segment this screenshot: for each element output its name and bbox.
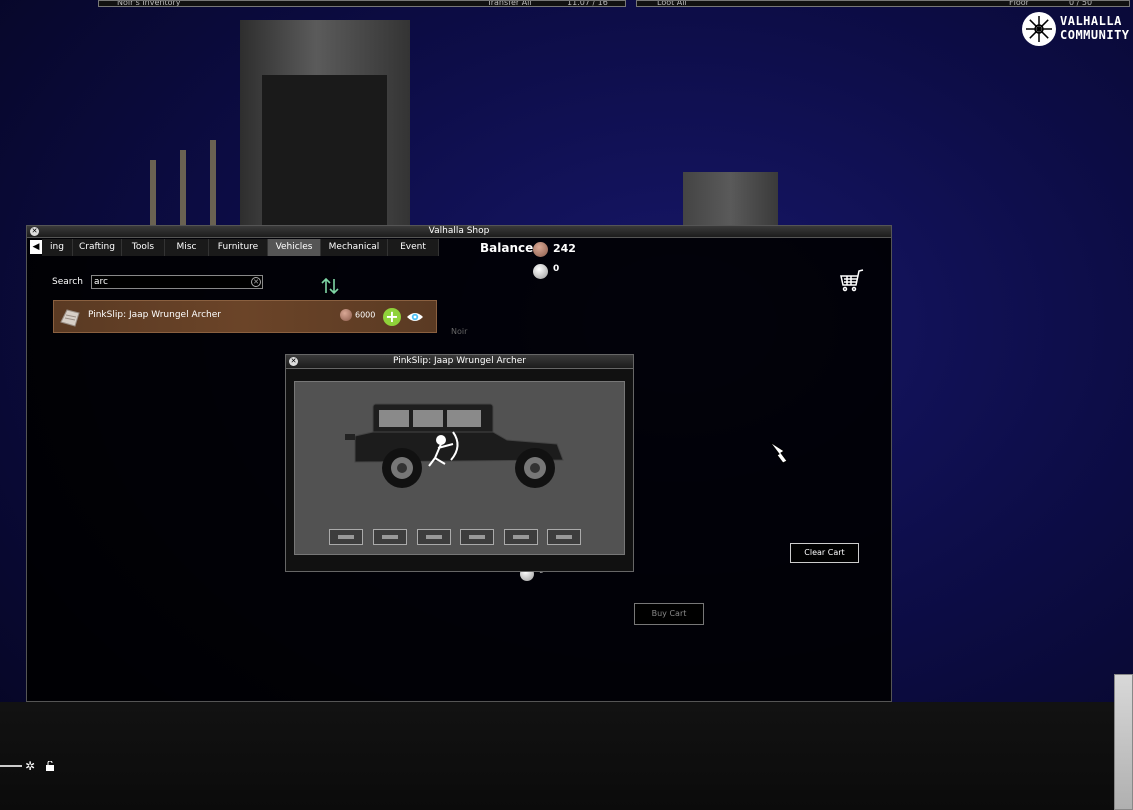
gear-icon[interactable]: ✲ — [25, 760, 35, 772]
engine-part-icon[interactable] — [329, 529, 363, 545]
radio-part-icon[interactable] — [460, 529, 494, 545]
light-part-icon[interactable] — [547, 529, 581, 545]
tab-mechanical[interactable]: Mechanical — [321, 239, 388, 256]
shop-titlebar[interactable]: Valhalla Shop ✕ — [27, 226, 891, 238]
bottom-hud: ✲ — [0, 760, 60, 772]
sort-toggle-icon[interactable] — [319, 275, 341, 297]
fence-post — [150, 160, 156, 230]
balance-copper-value: 242 — [553, 242, 576, 255]
suspension-part-icon[interactable] — [373, 529, 407, 545]
balance-label: Balance — [480, 241, 534, 255]
logo-line-2: COMMUNITY — [1060, 28, 1130, 42]
preview-titlebar[interactable]: PinkSlip: Jaap Wrungel Archer ✕ — [286, 355, 633, 369]
jeep-archer-image — [345, 403, 564, 488]
tab-building[interactable]: ing — [42, 239, 73, 256]
buy-cart-button[interactable]: Buy Cart — [634, 603, 704, 625]
battery-part-icon[interactable] — [417, 529, 451, 545]
valhalla-community-logo: VALHALLA COMMUNITY — [1022, 12, 1130, 46]
inventory-weight: 11.07 / 16 — [567, 0, 608, 7]
balance-display: Balance — [480, 241, 533, 255]
side-panel-edge[interactable] — [1114, 674, 1133, 810]
tab-tools[interactable]: Tools — [122, 239, 165, 256]
vehicle-preview-canvas — [294, 381, 625, 555]
floor-weight: 0 / 50 — [1069, 0, 1093, 7]
preview-eye-icon[interactable] — [406, 309, 424, 325]
background-building — [683, 172, 778, 227]
rune-emblem-icon — [1022, 12, 1056, 46]
add-to-cart-button[interactable]: + — [383, 308, 401, 326]
hud-bar — [0, 765, 22, 767]
preview-title: PinkSlip: Jaap Wrungel Archer — [393, 356, 526, 366]
balance-silver-value: 0 — [553, 264, 560, 274]
clear-cart-button[interactable]: Clear Cart — [790, 543, 859, 563]
tab-furniture[interactable]: Furniture — [209, 239, 268, 256]
silver-coin-icon — [533, 264, 548, 279]
item-name: PinkSlip: Jaap Wrungel Archer — [88, 310, 221, 320]
hand-cursor-icon — [767, 440, 791, 466]
loot-all-button[interactable]: Loot All — [657, 1, 687, 6]
player-inventory-bar[interactable]: Noir's Inventory Transfer All 11.07 / 16 — [98, 0, 626, 7]
seat-part-icon[interactable] — [504, 529, 538, 545]
shopping-cart-icon[interactable] — [839, 268, 865, 294]
tab-vehicles[interactable]: Vehicles — [268, 239, 321, 256]
tab-crafting[interactable]: Crafting — [73, 239, 122, 256]
shop-title: Valhalla Shop — [428, 226, 490, 236]
pinkslip-item-icon — [59, 306, 81, 328]
tab-misc[interactable]: Misc — [165, 239, 209, 256]
item-preview-window: PinkSlip: Jaap Wrungel Archer ✕ — [285, 354, 634, 572]
owner-label: Noir — [451, 327, 468, 336]
tower-frame — [262, 75, 387, 225]
floor-label: Floor — [1009, 0, 1029, 7]
list-item[interactable]: PinkSlip: Jaap Wrungel Archer 6000 + — [53, 300, 437, 333]
search-label: Search — [52, 277, 83, 287]
fence-post — [210, 140, 216, 230]
copper-coin-icon — [533, 242, 548, 257]
shop-close-button[interactable]: ✕ — [30, 227, 39, 236]
tab-event[interactable]: Event — [388, 239, 439, 256]
tab-scroll-left-icon[interactable]: ◀ — [30, 240, 42, 254]
item-price: 6000 — [340, 309, 375, 321]
preview-close-button[interactable]: ✕ — [289, 357, 298, 366]
ground-shadow — [0, 702, 1133, 810]
logo-line-1: VALHALLA — [1060, 14, 1122, 28]
search-clear-icon[interactable]: ✕ — [251, 277, 261, 287]
unlock-icon[interactable] — [45, 760, 55, 771]
player-inventory-title: Noir's Inventory — [117, 0, 181, 7]
copper-coin-icon — [340, 309, 352, 321]
fence-post — [180, 150, 186, 230]
logo-text: VALHALLA COMMUNITY — [1060, 14, 1130, 42]
item-price-value: 6000 — [355, 310, 376, 320]
search-input[interactable] — [91, 275, 263, 289]
transfer-all-button[interactable]: Transfer All — [487, 1, 532, 6]
loot-inventory-bar[interactable]: Loot All Floor 0 / 50 — [636, 0, 1130, 7]
